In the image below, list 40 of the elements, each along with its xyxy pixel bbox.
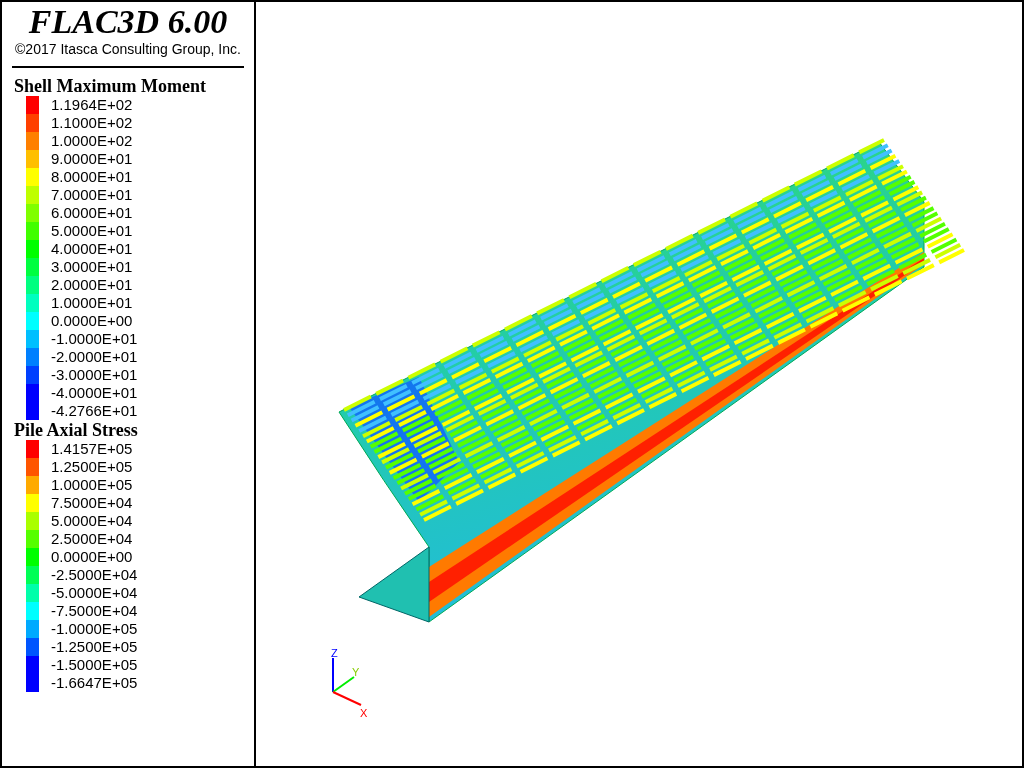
legend-value: 0.0000E+00	[51, 312, 133, 330]
legend-value: -1.0000E+01	[51, 330, 138, 348]
legend-value: 1.0000E+02	[51, 132, 133, 150]
legend-value: 5.0000E+04	[51, 512, 133, 530]
legend-value: 2.5000E+04	[51, 530, 133, 548]
legend-value: -1.0000E+05	[51, 620, 138, 638]
legend-value: 7.5000E+04	[51, 494, 133, 512]
legend-value: -1.2500E+05	[51, 638, 138, 656]
legend-value: 9.0000E+01	[51, 150, 133, 168]
legend-value: 1.0000E+01	[51, 294, 133, 312]
app-title: FLAC3D 6.00	[27, 4, 229, 40]
legend-value: 1.2500E+05	[51, 458, 133, 476]
copyright-text: ©2017 Itasca Consulting Group, Inc.	[14, 40, 242, 58]
legend-value: -2.5000E+04	[51, 566, 138, 584]
legend-value: -4.0000E+01	[51, 384, 138, 402]
legend-value: 7.0000E+01	[51, 186, 133, 204]
legend-value: 1.1964E+02	[51, 96, 133, 114]
legend-value: 2.0000E+01	[51, 276, 133, 294]
legend-value: 1.0000E+05	[51, 476, 133, 494]
legend-title: Shell Maximum Moment	[13, 76, 207, 96]
y-axis-label: Y	[352, 666, 360, 678]
legend-value: 0.0000E+00	[51, 548, 133, 566]
legend-value: 1.1000E+02	[51, 114, 133, 132]
legend-value: -5.0000E+04	[51, 584, 138, 602]
legend-value: 5.0000E+01	[51, 222, 133, 240]
legend-value: 1.4157E+05	[51, 440, 133, 458]
legend-value: -3.0000E+01	[51, 366, 138, 384]
legend-value: -7.5000E+04	[51, 602, 138, 620]
legend-value: -1.5000E+05	[51, 656, 138, 674]
legend-value: -4.2766E+01	[51, 402, 138, 420]
legend-value: -1.6647E+05	[51, 674, 138, 692]
legend-title: Pile Axial Stress	[13, 420, 139, 440]
legend-value: 6.0000E+01	[51, 204, 133, 222]
legend-value: 3.0000E+01	[51, 258, 133, 276]
legend-value: 8.0000E+01	[51, 168, 133, 186]
axis-triad-icon	[332, 657, 362, 706]
z-axis-label: Z	[331, 647, 338, 659]
legend-value: 4.0000E+01	[51, 240, 133, 258]
x-axis-label: X	[360, 707, 368, 719]
legend-value: -2.0000E+01	[51, 348, 138, 366]
